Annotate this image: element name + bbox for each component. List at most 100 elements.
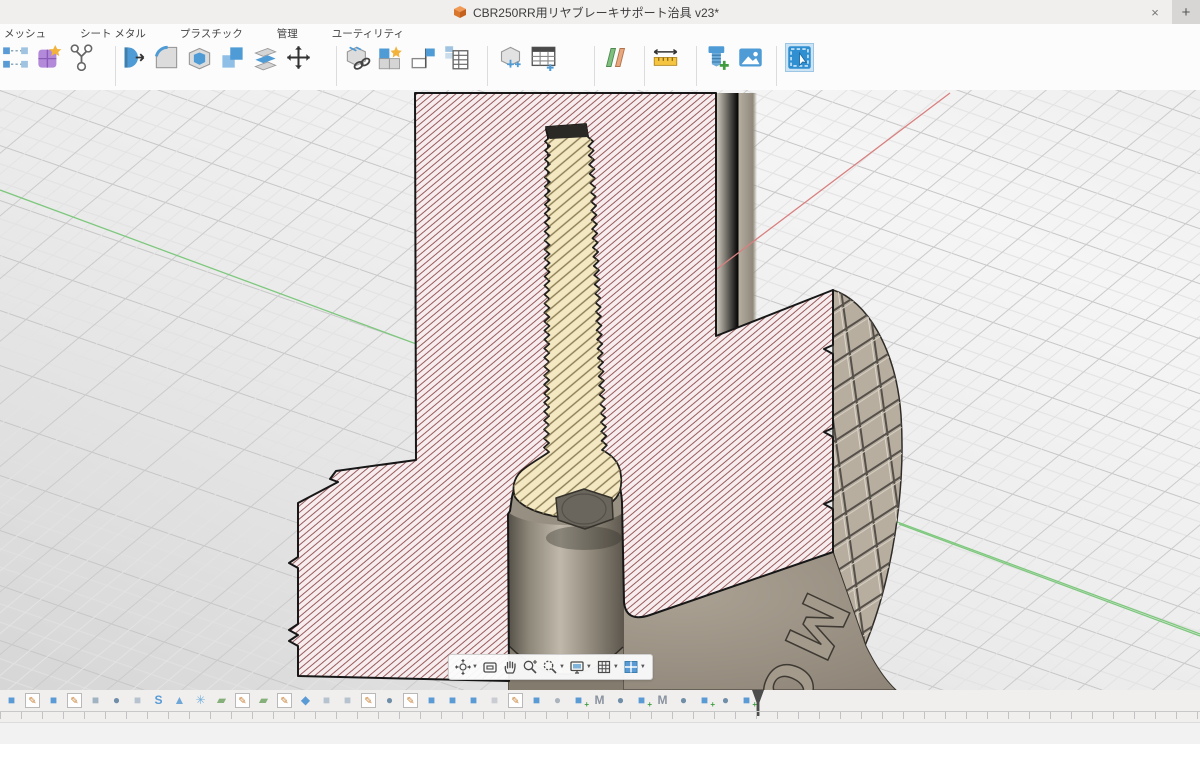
document-title: CBR250RR用リヤブレーキサポート治具 v23* [473, 4, 719, 21]
ribbon-group-assemble: アセンブリ▼ [344, 44, 474, 88]
fillet-icon[interactable] [153, 44, 180, 71]
viewport-nav-toolbar: ▼ ▼ ▼ ▼ ▼ [448, 654, 653, 680]
ribbon-group-select: 選択▼ [786, 44, 820, 88]
ribbon-tabs: メッシュ シート メタル プラスチック 管理 ユーティリティ [4, 26, 404, 39]
ribbon-separator [487, 46, 488, 86]
3d-model-canvas[interactable]: MO [0, 90, 1200, 690]
grid-settings-icon[interactable]: ▼ [595, 658, 620, 676]
timeline-item-move-feature[interactable]: ● [676, 693, 691, 708]
timeline-item-extrude-feature[interactable]: ■ [4, 693, 19, 708]
tab-bar: CBR250RR用リヤブレーキサポート治具 v23* × + [0, 0, 1200, 25]
timeline-item-fillet-feature[interactable]: ● [550, 693, 565, 708]
timeline-item-surface-feature[interactable]: ■ [487, 693, 502, 708]
timeline-item-sketch[interactable]: ✎ [403, 693, 418, 708]
timeline-item-construction-plane[interactable]: ▰ [256, 693, 271, 708]
ribbon-tab-0[interactable]: メッシュ [4, 26, 46, 39]
timeline-item-sketch[interactable]: ✎ [508, 693, 523, 708]
ribbon-separator [696, 46, 697, 86]
bore-back-wall [716, 93, 757, 336]
timeline-item-joint[interactable]: M [592, 693, 607, 708]
timeline-item-move-feature[interactable]: ● [382, 693, 397, 708]
timeline-item-move-feature[interactable]: ● [109, 693, 124, 708]
timeline-item-extrude-feature[interactable]: ■ [529, 693, 544, 708]
split-body-icon[interactable] [252, 44, 279, 71]
ribbon-tab-2[interactable]: プラスチック [180, 26, 243, 39]
timeline-item-move-feature[interactable]: ● [718, 693, 733, 708]
status-strip [0, 722, 1200, 744]
ribbon-separator [594, 46, 595, 86]
move-icon[interactable] [285, 44, 312, 71]
ribbon-group-modify: 修正▼ [120, 44, 330, 88]
timeline-item-shell-feature[interactable]: ■ [88, 693, 103, 708]
configuration-table-icon[interactable] [530, 44, 557, 71]
timeline-item-sketch[interactable]: ✎ [235, 693, 250, 708]
ribbon-toolbar: メッシュ シート メタル プラスチック 管理 ユーティリティ [0, 24, 1200, 91]
bolt-hex-head [546, 489, 622, 550]
joint-icon[interactable] [410, 44, 437, 71]
create-component-icon[interactable] [377, 44, 404, 71]
ribbon-group-configuration: コンフィギュレーション▼ [497, 44, 589, 88]
look-at-icon[interactable] [481, 658, 499, 676]
timeline-item-sketch[interactable]: ✎ [277, 693, 292, 708]
construction-plane-icon[interactable] [602, 44, 629, 71]
close-tab-icon[interactable]: × [1144, 0, 1166, 24]
timeline-item-joint[interactable]: M [655, 693, 670, 708]
viewports-icon[interactable]: ▼ [622, 658, 647, 676]
timeline-item-new-component[interactable]: ■+ [571, 693, 586, 708]
ribbon-group-inspect: 検査▼ [652, 44, 686, 88]
timeline-item-draft-feature[interactable]: ▲ [172, 693, 187, 708]
timeline-item-sketch[interactable]: ✎ [25, 693, 40, 708]
measure-icon[interactable] [652, 44, 679, 71]
mesh-section-icon[interactable] [2, 44, 29, 71]
ribbon-separator [776, 46, 777, 86]
fit-icon[interactable]: ▼ [541, 658, 566, 676]
shell-icon[interactable] [186, 44, 213, 71]
timeline-item-split-body[interactable]: ■ [319, 693, 334, 708]
timeline-item-extrude-feature[interactable]: ■ [445, 693, 460, 708]
timeline-item-move-feature[interactable]: ● [613, 693, 628, 708]
select-icon[interactable] [786, 44, 813, 71]
orbit-icon[interactable]: ▼ [454, 658, 479, 676]
display-settings-icon[interactable]: ▼ [568, 658, 593, 676]
new-component-icon[interactable] [344, 44, 371, 71]
timeline-ruler[interactable] [0, 711, 1200, 719]
timeline-item-sketch[interactable]: ✎ [67, 693, 82, 708]
timeline-item-new-component[interactable]: ■+ [697, 693, 712, 708]
timeline-items: ■✎■✎■●■S▲✳▰✎▰✎◆■■✎●✎■■■■✎■●■+M●■+M●■+●■+ [4, 693, 760, 709]
ribbon-tab-1[interactable]: シート メタル [80, 26, 146, 39]
timeline-item-new-component[interactable]: ■+ [634, 693, 649, 708]
pan-icon[interactable] [501, 658, 519, 676]
orange-cube-icon [453, 5, 467, 19]
ribbon-group-mesh [2, 44, 112, 88]
timeline-item-split-body[interactable]: ■ [340, 693, 355, 708]
timeline-item-extrude-feature[interactable]: ■ [46, 693, 61, 708]
ribbon-tab-4[interactable]: ユーティリティ [332, 26, 404, 39]
mesh-reduce-icon[interactable] [68, 44, 95, 71]
press-pull-icon[interactable] [120, 44, 147, 71]
timeline-item-thread-feature[interactable]: S [151, 693, 166, 708]
timeline-item-split-body[interactable]: ■ [130, 693, 145, 708]
mesh-create-icon[interactable] [35, 44, 62, 71]
timeline-item-construction-plane[interactable]: ▰ [214, 693, 229, 708]
timeline-bar: ■✎■✎■●■S▲✳▰✎▰✎◆■■✎●✎■■■■✎■●■+M●■+M●■+●■+ [0, 690, 1200, 722]
3d-viewport[interactable]: MO ▼ [0, 90, 1200, 690]
timeline-item-extrude-feature[interactable]: ■ [424, 693, 439, 708]
zoom-icon[interactable] [521, 658, 539, 676]
document-tab[interactable]: CBR250RR用リヤブレーキサポート治具 v23* [0, 0, 1172, 24]
timeline-item-circular-pattern[interactable]: ✳ [193, 693, 208, 708]
configure-icon[interactable] [497, 44, 524, 71]
ribbon-separator [644, 46, 645, 86]
bom-icon[interactable] [443, 44, 470, 71]
ribbon-group-construct: 構築▼ [602, 44, 636, 88]
timeline-item-sketch[interactable]: ✎ [361, 693, 376, 708]
ribbon-separator [336, 46, 337, 86]
timeline-item-combine-bodies[interactable]: ◆ [298, 693, 313, 708]
ribbon-group-insert: 挿入▼ [704, 44, 768, 88]
insert-fastener-icon[interactable] [704, 44, 731, 71]
insert-image-icon[interactable] [737, 44, 764, 71]
timeline-item-extrude-feature[interactable]: ■ [466, 693, 481, 708]
ribbon-tab-3[interactable]: 管理 [277, 26, 298, 39]
new-tab-button[interactable]: + [1172, 0, 1200, 24]
ribbon-separator [115, 46, 116, 86]
combine-icon[interactable] [219, 44, 246, 71]
